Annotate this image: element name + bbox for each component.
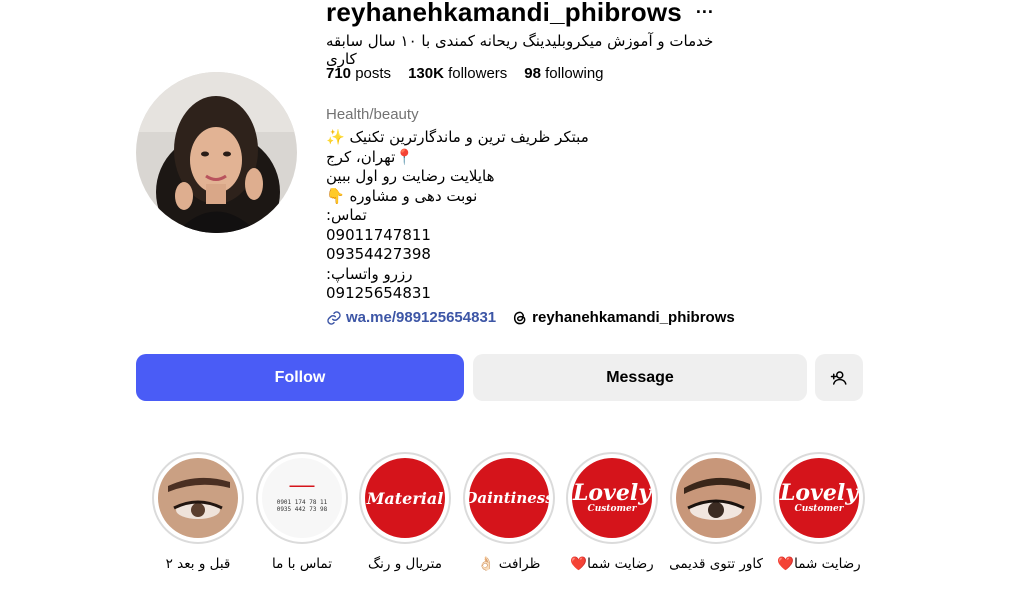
- website-text: wa.me/989125654831: [346, 309, 497, 326]
- highlight-item[interactable]: Lovely Customer رضایت شما❤️: [773, 452, 865, 572]
- cover-phone: 0935 442 73 98: [276, 506, 328, 513]
- highlight-ring: [670, 452, 762, 544]
- followers-label: followers: [448, 65, 508, 82]
- bio-phone: 09125654831: [326, 284, 431, 302]
- bio-line: 📍تهران، کرج: [326, 147, 414, 166]
- profile-bio: مبتکر ظریف ترین و ماندگارترین تکنیک ✨ 📍ت…: [326, 128, 589, 304]
- cover-title: Lovely: [779, 480, 859, 506]
- following-count: 98: [524, 65, 541, 82]
- highlight-ring: Daintiness: [463, 452, 555, 544]
- highlight-item[interactable]: قبل و بعد ۲: [152, 452, 244, 572]
- highlight-label: متریال و رنگ: [368, 556, 442, 572]
- posts-label: posts: [355, 65, 392, 82]
- cover-title: Material: [366, 488, 444, 508]
- followers-count: 130K: [408, 65, 444, 82]
- message-button[interactable]: Message: [473, 354, 807, 401]
- link-icon: [327, 310, 341, 325]
- profile-category: Health/beauty: [326, 106, 419, 123]
- highlight-label: تماس با ما: [272, 556, 332, 572]
- highlight-item[interactable]: Daintiness ظرافت 👌🏻: [463, 452, 555, 572]
- following-stat[interactable]: 98 following: [524, 65, 603, 82]
- posts-stat[interactable]: 710 posts: [326, 65, 391, 82]
- highlight-ring: Lovely Customer: [566, 452, 658, 544]
- followers-stat[interactable]: 130K followers: [408, 65, 507, 82]
- highlight-cover: ▬▬▬▬▬ 0901 174 78 11 0935 442 73 98: [262, 458, 342, 538]
- bio-line: نوبت دهی و مشاوره 👇: [326, 186, 478, 205]
- highlight-label: رضایت شما❤️: [777, 556, 861, 572]
- highlight-cover: Lovely Customer: [779, 458, 859, 538]
- profile-avatar[interactable]: [136, 72, 297, 233]
- username-row: reyhanehkamandi_phibrows ···: [326, 0, 714, 30]
- bio-line: تماس:: [326, 206, 367, 224]
- cover-title: Lovely: [572, 480, 652, 506]
- cover-phone: 0901 174 78 11: [276, 499, 328, 506]
- suggested-users-button[interactable]: [815, 354, 863, 401]
- highlight-ring: [152, 452, 244, 544]
- profile-links: wa.me/989125654831 reyhanehkamandi_phibr…: [326, 309, 735, 326]
- website-link[interactable]: wa.me/989125654831: [326, 309, 496, 326]
- highlight-cover: Daintiness: [469, 458, 549, 538]
- highlight-item[interactable]: Material متریال و رنگ: [359, 452, 451, 572]
- highlight-label: رضایت شما❤️: [570, 556, 654, 572]
- highlight-label: ظرافت 👌🏻: [477, 556, 541, 572]
- avatar-photo: [136, 72, 297, 233]
- highlight-cover: Material: [365, 458, 445, 538]
- profile-username: reyhanehkamandi_phibrows: [326, 0, 682, 27]
- highlight-ring: ▬▬▬▬▬ 0901 174 78 11 0935 442 73 98: [256, 452, 348, 544]
- threads-link[interactable]: reyhanehkamandi_phibrows: [512, 309, 735, 326]
- bio-phone: 09354427398: [326, 245, 431, 263]
- cover-subtitle: Customer: [794, 504, 844, 514]
- following-label: following: [545, 65, 604, 82]
- cover-decoration: ▬▬▬▬▬: [289, 483, 315, 489]
- follow-button[interactable]: Follow: [136, 354, 464, 401]
- highlight-item[interactable]: ▬▬▬▬▬ 0901 174 78 11 0935 442 73 98 تماس…: [256, 452, 348, 572]
- highlight-label: قبل و بعد ۲: [165, 556, 231, 572]
- threads-icon: [514, 311, 526, 324]
- highlight-ring: Material: [359, 452, 451, 544]
- highlight-cover: [676, 458, 756, 538]
- highlight-item[interactable]: کاور تتوی قدیمی: [669, 452, 763, 572]
- bio-line: مبتکر ظریف ترین و ماندگارترین تکنیک ✨: [326, 128, 589, 146]
- profile-stats: 710 posts 130K followers 98 following: [326, 65, 604, 82]
- cover-title: Daintiness: [469, 489, 549, 507]
- more-options-icon[interactable]: ···: [696, 3, 714, 21]
- person-add-icon: [830, 370, 847, 385]
- bio-line: هایلایت رضایت رو اول ببین: [326, 167, 495, 185]
- before-after-photo: [158, 458, 238, 538]
- brow-photo: [676, 458, 756, 538]
- highlight-cover: [158, 458, 238, 538]
- threads-text: reyhanehkamandi_phibrows: [532, 309, 735, 326]
- bio-line: رزرو واتساپ:: [326, 264, 413, 283]
- profile-full-name: خدمات و آموزش میکروبلیدینگ ریحانه کمندی …: [326, 32, 714, 68]
- highlight-label: کاور تتوی قدیمی: [669, 556, 763, 572]
- cover-subtitle: Customer: [587, 504, 637, 514]
- highlight-ring: Lovely Customer: [773, 452, 865, 544]
- bio-phone: 09011747811: [326, 225, 431, 244]
- highlight-item[interactable]: Lovely Customer رضایت شما❤️: [566, 452, 658, 572]
- posts-count: 710: [326, 65, 352, 82]
- highlight-cover: Lovely Customer: [572, 458, 652, 538]
